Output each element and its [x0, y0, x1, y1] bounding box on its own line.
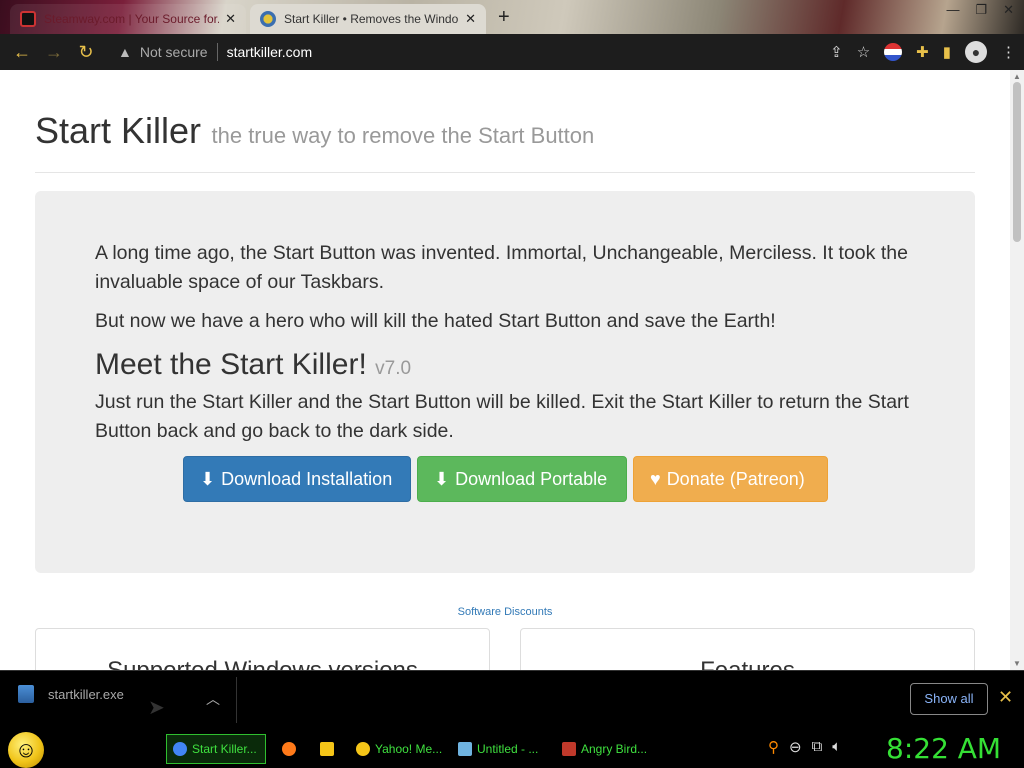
heart-icon: ♥	[650, 468, 661, 489]
meet-heading-text: Meet the Start Killer!	[95, 348, 367, 381]
extensions-puzzle-icon[interactable]: ✚	[916, 43, 929, 61]
download-buttons: ⬇ Download Installation ⬇ Download Porta…	[183, 456, 915, 502]
startkiller-favicon-icon	[260, 11, 276, 27]
taskbar-label: Start Killer...	[192, 742, 257, 756]
button-label: Download Portable	[455, 468, 608, 489]
download-installation-button[interactable]: ⬇ Download Installation	[183, 456, 411, 502]
toolbar-actions: ⇪ ☆ ✚ ▮ ● ⋮	[830, 34, 1016, 70]
not-secure-label[interactable]: Not secure	[140, 44, 208, 60]
minimize-icon[interactable]: —	[946, 2, 959, 18]
start-smiley-icon[interactable]: ☺	[8, 732, 44, 768]
taskbar-item-firefox[interactable]	[276, 734, 304, 764]
exe-file-icon	[18, 685, 34, 703]
back-arrow-icon[interactable]: ←	[6, 42, 38, 63]
taskbar-item-yahoo[interactable]: Yahoo! Me...	[350, 734, 446, 764]
supported-windows-panel: Supported Windows versions	[35, 628, 490, 670]
page-scrollbar[interactable]: ▲ ▼	[1010, 70, 1024, 670]
firefox-icon	[282, 742, 296, 756]
taskbar-label: Untitled - ...	[477, 742, 539, 756]
tab-steamway[interactable]: Steamway.com | Your Source for... ✕	[10, 4, 246, 34]
reload-icon[interactable]: ↻	[70, 42, 102, 63]
meet-heading: Meet the Start Killer! v7.0	[95, 348, 915, 382]
status-icon[interactable]: ⊖	[789, 738, 802, 756]
side-panel-icon[interactable]: ▮	[943, 43, 951, 61]
software-discounts-link[interactable]: Software Discounts	[0, 606, 1010, 618]
download-bar: startkiller.exe ➤ ︿ Show all ✕	[0, 670, 1024, 730]
tab-title: Steamway.com | Your Source for...	[44, 12, 220, 26]
button-label: Download Installation	[221, 468, 393, 489]
search-icon[interactable]: ⚲	[768, 738, 779, 756]
mouse-cursor-icon: ➤	[148, 697, 165, 719]
browser-titlebar: Steamway.com | Your Source for... ✕ Star…	[0, 0, 1024, 34]
taskbar-item-notepad[interactable]: Untitled - ...	[452, 734, 548, 764]
hero-panel: A long time ago, the Start Button was in…	[35, 191, 975, 573]
scroll-up-icon[interactable]: ▲	[1013, 72, 1021, 81]
version-label: v7.0	[375, 358, 412, 379]
chevron-up-icon[interactable]: ︿	[206, 689, 220, 709]
new-tab-button[interactable]: +	[498, 6, 510, 29]
taskbar-label: Yahoo! Me...	[375, 742, 443, 756]
close-download-bar-icon[interactable]: ✕	[998, 687, 1013, 708]
close-window-icon[interactable]: ✕	[1003, 2, 1014, 18]
system-tray: ⚲ ⊖ ⧉ 🔈︎	[768, 738, 841, 756]
share-icon[interactable]: ⇪	[830, 43, 843, 61]
download-portable-button[interactable]: ⬇ Download Portable	[417, 456, 627, 502]
download-item[interactable]: startkiller.exe	[18, 685, 124, 703]
panel-heading: Features	[700, 657, 795, 670]
taskbar-item-angry-birds[interactable]: Angry Bird...	[556, 734, 652, 764]
intro-paragraph-2: But now we have a hero who will kill the…	[95, 310, 776, 332]
extension-flag-icon[interactable]	[884, 43, 903, 61]
url-text[interactable]: startkiller.com	[227, 44, 313, 60]
folder-icon	[320, 742, 334, 756]
menu-kebab-icon[interactable]: ⋮	[1001, 43, 1016, 61]
page-title: Start Killer	[35, 110, 202, 151]
taskbar-item-chrome[interactable]: Start Killer...	[166, 734, 266, 764]
maximize-icon[interactable]: ❐	[975, 2, 987, 18]
web-page: Start Killer the true way to remove the …	[0, 70, 1010, 670]
download-icon: ⬇	[200, 468, 216, 489]
window-controls: — ❐ ✕	[946, 2, 1014, 18]
forward-arrow-icon[interactable]: →	[38, 42, 70, 63]
donate-button[interactable]: ♥ Donate (Patreon)	[633, 456, 828, 502]
download-filename: startkiller.exe	[48, 686, 124, 702]
taskbar: ☺ Start Killer... Yahoo! Me... Untitled …	[0, 730, 1024, 768]
close-tab-icon[interactable]: ✕	[225, 11, 236, 27]
volume-icon[interactable]: 🔈︎	[832, 738, 841, 756]
divider	[216, 43, 218, 61]
tab-title: Start Killer • Removes the Windo	[284, 12, 459, 26]
chrome-icon	[173, 742, 187, 756]
taskbar-label: Angry Bird...	[581, 742, 648, 756]
panel-heading: Supported Windows versions	[107, 657, 418, 670]
run-paragraph: Just run the Start Killer and the Start …	[95, 391, 909, 442]
download-icon: ⬇	[434, 468, 450, 489]
button-label: Donate (Patreon)	[666, 468, 805, 489]
taskbar-item-folder[interactable]	[314, 734, 342, 764]
profile-avatar-icon[interactable]: ●	[965, 41, 987, 63]
divider	[236, 677, 237, 723]
features-panel: Features	[520, 628, 975, 670]
browser-toolbar: ← → ↻ ▲ Not secure startkiller.com ⇪ ☆ ✚…	[0, 34, 1024, 70]
page-subtitle: the true way to remove the Start Button	[211, 123, 595, 148]
steamway-favicon-icon	[20, 11, 36, 27]
show-all-button[interactable]: Show all	[910, 683, 988, 715]
page-header: Start Killer the true way to remove the …	[35, 110, 975, 173]
scroll-down-icon[interactable]: ▼	[1013, 659, 1021, 668]
taskbar-clock[interactable]: 8:22 AM	[886, 732, 1001, 765]
tab-start-killer[interactable]: Start Killer • Removes the Windo ✕	[250, 4, 486, 34]
intro-paragraph: A long time ago, the Start Button was in…	[95, 242, 908, 293]
yahoo-messenger-icon	[356, 742, 370, 756]
network-icon[interactable]: ⧉	[812, 738, 823, 756]
warning-triangle-icon[interactable]: ▲	[118, 44, 132, 60]
bookmark-star-icon[interactable]: ☆	[857, 43, 870, 61]
scrollbar-thumb[interactable]	[1013, 82, 1021, 242]
angry-birds-icon	[562, 742, 576, 756]
close-tab-icon[interactable]: ✕	[465, 11, 476, 27]
notepad-icon	[458, 742, 472, 756]
